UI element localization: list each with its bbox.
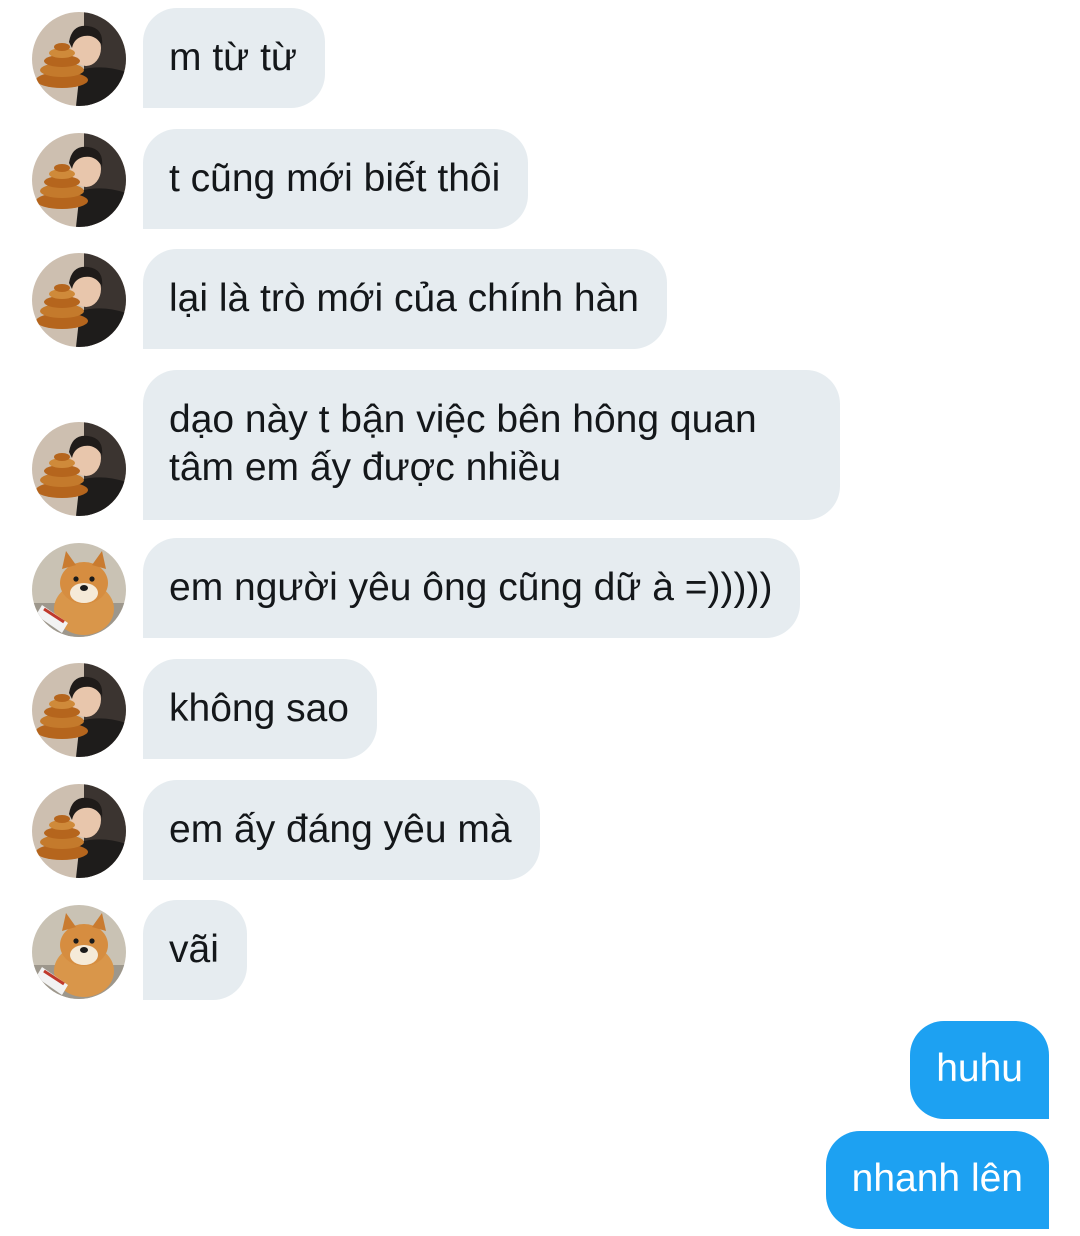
person-avatar-icon	[32, 663, 126, 757]
message-text: dạo này t bận việc bên hông quan tâm em …	[169, 398, 757, 489]
person-avatar-icon	[32, 12, 126, 106]
contact-avatar[interactable]	[32, 784, 126, 878]
outgoing-message-bubble[interactable]: huhu	[910, 1021, 1049, 1119]
contact-avatar[interactable]	[32, 12, 126, 106]
message-text: em ấy đáng yêu mà	[169, 808, 512, 851]
message-text: em người yêu ông cũng dữ à =)))))	[169, 566, 773, 609]
person-avatar-icon	[32, 784, 126, 878]
incoming-message-bubble[interactable]: t cũng mới biết thôi	[143, 129, 529, 229]
person-avatar-icon	[32, 253, 126, 347]
contact-avatar[interactable]	[32, 133, 126, 227]
contact-avatar[interactable]	[32, 543, 126, 637]
incoming-message-bubble[interactable]: dạo này t bận việc bên hông quan tâm em …	[143, 370, 840, 520]
shiba-dog-avatar-icon	[32, 905, 126, 999]
incoming-message-bubble[interactable]: em ấy đáng yêu mà	[143, 780, 540, 880]
contact-avatar[interactable]	[32, 663, 126, 757]
message-text: nhanh lên	[851, 1157, 1023, 1200]
message-text: t cũng mới biết thôi	[169, 157, 501, 200]
contact-avatar[interactable]	[32, 422, 126, 516]
message-text: không sao	[169, 687, 349, 730]
contact-avatar[interactable]	[32, 253, 126, 347]
shiba-dog-avatar-icon	[32, 543, 126, 637]
message-text: lại là trò mới của chính hàn	[169, 277, 639, 320]
incoming-message-bubble[interactable]: em người yêu ông cũng dữ à =)))))	[143, 538, 801, 638]
message-text: m từ từ	[169, 36, 298, 79]
message-text: huhu	[936, 1047, 1023, 1090]
incoming-message-bubble[interactable]: m từ từ	[143, 8, 326, 108]
incoming-message-bubble[interactable]: không sao	[143, 659, 377, 759]
message-text: vãi	[169, 928, 219, 971]
outgoing-message-bubble[interactable]: nhanh lên	[825, 1131, 1049, 1229]
person-avatar-icon	[32, 422, 126, 516]
incoming-message-bubble[interactable]: vãi	[143, 900, 247, 1000]
person-avatar-icon	[32, 133, 126, 227]
message-thread: m từ từ t cũng mới biết thôi lại là trò …	[0, 0, 1080, 1236]
incoming-message-bubble[interactable]: lại là trò mới của chính hàn	[143, 249, 667, 349]
contact-avatar[interactable]	[32, 905, 126, 999]
